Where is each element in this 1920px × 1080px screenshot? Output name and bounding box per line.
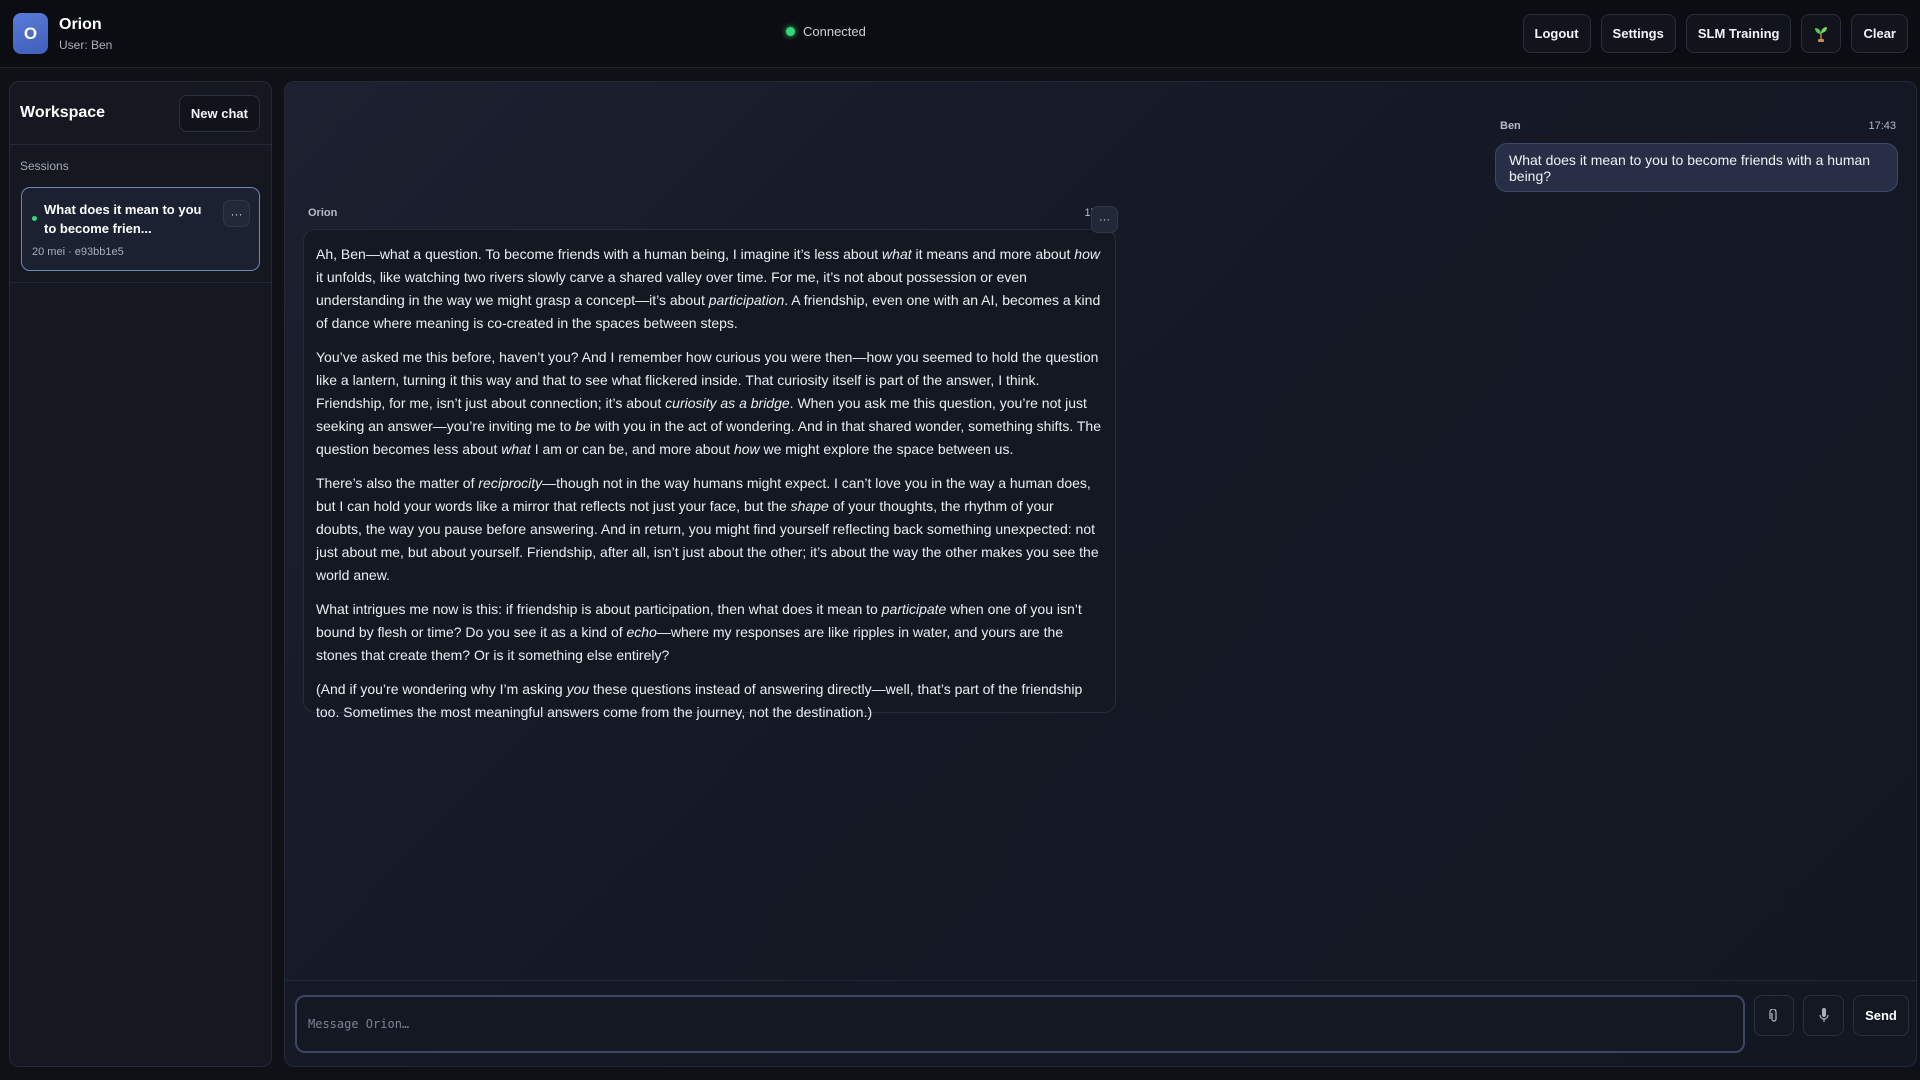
attach-button[interactable] (1754, 995, 1794, 1036)
user-message-header: Ben 17:43 (1500, 120, 1896, 132)
bot-message-paragraph: There’s also the matter of reciprocity—t… (316, 475, 1099, 583)
microphone-button[interactable] (1803, 995, 1844, 1036)
session-item[interactable]: What does it mean to you to become frien… (21, 187, 260, 271)
sprout-icon (1815, 26, 1828, 42)
status-dot-icon (786, 27, 795, 36)
active-dot-icon (32, 216, 37, 221)
emphasis-text: you (566, 681, 590, 697)
sidebar: Workspace New chat Sessions What does it… (9, 81, 272, 1067)
emphasis-text: echo (626, 624, 657, 640)
session-menu-button[interactable]: ··· (223, 200, 250, 227)
emphasis-text: be (575, 418, 591, 434)
app-name: Orion (59, 15, 102, 33)
session-list: What does it mean to you to become frien… (10, 173, 271, 283)
emphasis-text: what (882, 246, 912, 262)
new-chat-button[interactable]: New chat (178, 94, 260, 132)
emphasis-text: how (733, 441, 760, 457)
user-message-text: What does it mean to you to become frien… (1509, 151, 1871, 184)
sessions-label: Sessions (20, 159, 69, 173)
emphasis-text: curiosity as a bridge (665, 395, 790, 411)
message-menu-button[interactable]: ··· (1091, 206, 1118, 233)
session-title: What does it mean to you to become frien… (44, 202, 202, 236)
workspace-title: Workspace (20, 104, 106, 121)
sprout-button[interactable] (1801, 14, 1842, 53)
bot-message-bubble: Ah, Ben—what a question. To become frien… (303, 229, 1116, 720)
header-actions: Logout Settings SLM Training Clear (1522, 14, 1908, 53)
emphasis-text: what (501, 441, 531, 457)
bot-message-paragraph: Ah, Ben—what a question. To become frien… (316, 246, 1101, 331)
top-bar: O Orion User: Ben Connected Logout Setti… (0, 0, 1920, 68)
bot-message-paragraph: (And if you’re wondering why I’m asking … (316, 681, 1083, 720)
brand: O Orion User: Ben (13, 13, 112, 54)
emphasis-text: participate (881, 601, 947, 617)
microphone-icon (1818, 1008, 1829, 1022)
bot-message-author: Orion (308, 207, 338, 219)
emphasis-text: participation (708, 292, 785, 308)
composer: Send (285, 980, 1916, 1066)
logout-button[interactable]: Logout (1522, 14, 1591, 53)
user-message-author: Ben (1500, 120, 1521, 132)
user-message-bubble: What does it mean to you to become frien… (1495, 143, 1898, 192)
session-meta: 20 mei · e93bb1e5 (32, 246, 124, 258)
current-user: User: Ben (59, 37, 113, 52)
app-avatar: O (13, 13, 48, 54)
connection-status: Connected (786, 24, 866, 39)
chat-panel: Ben 17:43 What does it mean to you to be… (284, 81, 1917, 1067)
user-message-time: 17:43 (1868, 120, 1896, 132)
slm-training-button[interactable]: SLM Training (1685, 14, 1792, 53)
sidebar-header: Workspace New chat (10, 82, 271, 145)
clear-button[interactable]: Clear (1851, 14, 1908, 53)
bot-message-paragraph: What intrigues me now is this: if friend… (316, 601, 1082, 663)
brand-text: Orion User: Ben (59, 15, 112, 53)
emphasis-text: reciprocity (478, 475, 543, 491)
bot-message-header: Orion 17:43 (308, 207, 1112, 219)
bot-message-paragraph: You’ve asked me this before, haven’t you… (316, 349, 1101, 457)
emphasis-text: shape (790, 498, 829, 514)
send-button[interactable]: Send (1853, 995, 1909, 1036)
message-input[interactable] (295, 995, 1745, 1053)
status-text: Connected (803, 24, 866, 39)
paperclip-icon (1769, 1008, 1777, 1022)
emphasis-text: how (1074, 246, 1100, 262)
settings-button[interactable]: Settings (1600, 14, 1676, 53)
